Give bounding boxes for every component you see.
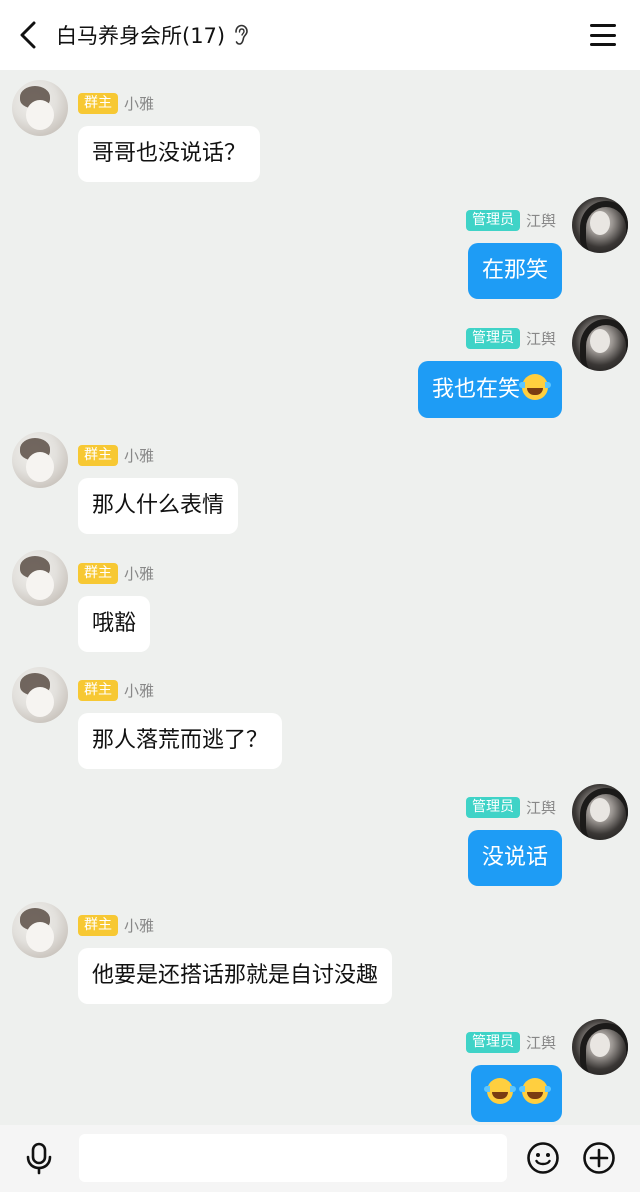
- owner-badge: 群主: [78, 679, 118, 701]
- sender-name: 江舆: [525, 211, 556, 230]
- message-bubble[interactable]: 那人落荒而逃了？: [78, 713, 283, 769]
- laughing-tears-emoji-icon: [519, 374, 551, 400]
- message-text: 哥哥也没说话？: [92, 141, 247, 166]
- message-list: 群主 小雅 哥哥也没说话？ 管理员 江舆 在那笑 管理员 江舆 我也在笑 群主 …: [0, 70, 640, 1125]
- message-meta: 群主 小雅: [78, 679, 154, 701]
- message-text: 我也在笑: [431, 377, 520, 402]
- owner-badge: 群主: [78, 92, 118, 114]
- message-bubble[interactable]: 哥哥也没说话？: [78, 126, 261, 182]
- admin-badge: 管理员: [465, 1031, 520, 1053]
- input-bar: [0, 1125, 640, 1192]
- laughing-tears-emoji-icon: [519, 1078, 551, 1104]
- message-text: 哦豁: [92, 611, 137, 636]
- message-text: 没说话: [481, 845, 548, 870]
- message-input[interactable]: [79, 1134, 507, 1182]
- message-meta: 群主 小雅: [78, 444, 154, 466]
- owner-badge: 群主: [78, 444, 118, 466]
- sender-name: 江舆: [525, 798, 556, 817]
- message-meta: 群主 小雅: [78, 914, 154, 936]
- message-text: 那人什么表情: [92, 493, 225, 518]
- owner-badge: 群主: [78, 914, 118, 936]
- sender-name: 小雅: [124, 916, 155, 935]
- avatar[interactable]: [572, 197, 628, 253]
- chat-header: 白马养身会所(17): [0, 0, 640, 70]
- message-meta: 群主 小雅: [78, 562, 154, 584]
- message-meta: 管理员 江舆: [465, 796, 556, 818]
- avatar[interactable]: [572, 315, 628, 371]
- sender-name: 小雅: [124, 94, 155, 113]
- avatar[interactable]: [12, 432, 68, 488]
- chevron-left-icon[interactable]: [14, 20, 42, 50]
- sender-name: 江舆: [525, 1033, 556, 1052]
- message-bubble[interactable]: 我也在笑: [417, 361, 562, 418]
- message-bubble[interactable]: 他要是还搭话那就是自讨没趣: [78, 948, 393, 1004]
- message-meta: 管理员 江舆: [465, 1031, 556, 1053]
- admin-badge: 管理员: [465, 327, 520, 349]
- sender-name: 小雅: [124, 681, 155, 700]
- message-text: 他要是还搭话那就是自讨没趣: [92, 963, 379, 988]
- ear-icon: [233, 24, 249, 46]
- avatar[interactable]: [12, 550, 68, 606]
- message-bubble[interactable]: 哦豁: [78, 596, 151, 652]
- avatar[interactable]: [12, 902, 68, 958]
- avatar[interactable]: [572, 784, 628, 840]
- laughing-tears-emoji-icon: [484, 1078, 516, 1104]
- smiley-icon[interactable]: [526, 1141, 560, 1175]
- message-meta: 管理员 江舆: [465, 327, 556, 349]
- message-bubble[interactable]: 在那笑: [467, 243, 562, 299]
- message-text: 那人落荒而逃了？: [92, 728, 269, 753]
- admin-badge: 管理员: [465, 796, 520, 818]
- avatar[interactable]: [572, 1019, 628, 1075]
- sender-name: 江舆: [525, 329, 556, 348]
- plus-circle-icon[interactable]: [582, 1141, 616, 1175]
- message-bubble[interactable]: 那人什么表情: [78, 478, 239, 534]
- group-title[interactable]: 白马养身会所(17): [56, 18, 249, 52]
- microphone-icon[interactable]: [22, 1141, 56, 1175]
- group-title-text: 白马养身会所(17): [56, 24, 226, 48]
- owner-badge: 群主: [78, 562, 118, 584]
- message-bubble[interactable]: [471, 1065, 562, 1122]
- sender-name: 小雅: [124, 446, 155, 465]
- avatar[interactable]: [12, 667, 68, 723]
- message-text: 在那笑: [481, 258, 548, 283]
- message-meta: 群主 小雅: [78, 92, 154, 114]
- avatar[interactable]: [12, 80, 68, 136]
- hamburger-menu-icon[interactable]: [590, 22, 616, 48]
- message-bubble[interactable]: 没说话: [467, 830, 562, 886]
- message-meta: 管理员 江舆: [465, 209, 556, 231]
- sender-name: 小雅: [124, 564, 155, 583]
- admin-badge: 管理员: [465, 209, 520, 231]
